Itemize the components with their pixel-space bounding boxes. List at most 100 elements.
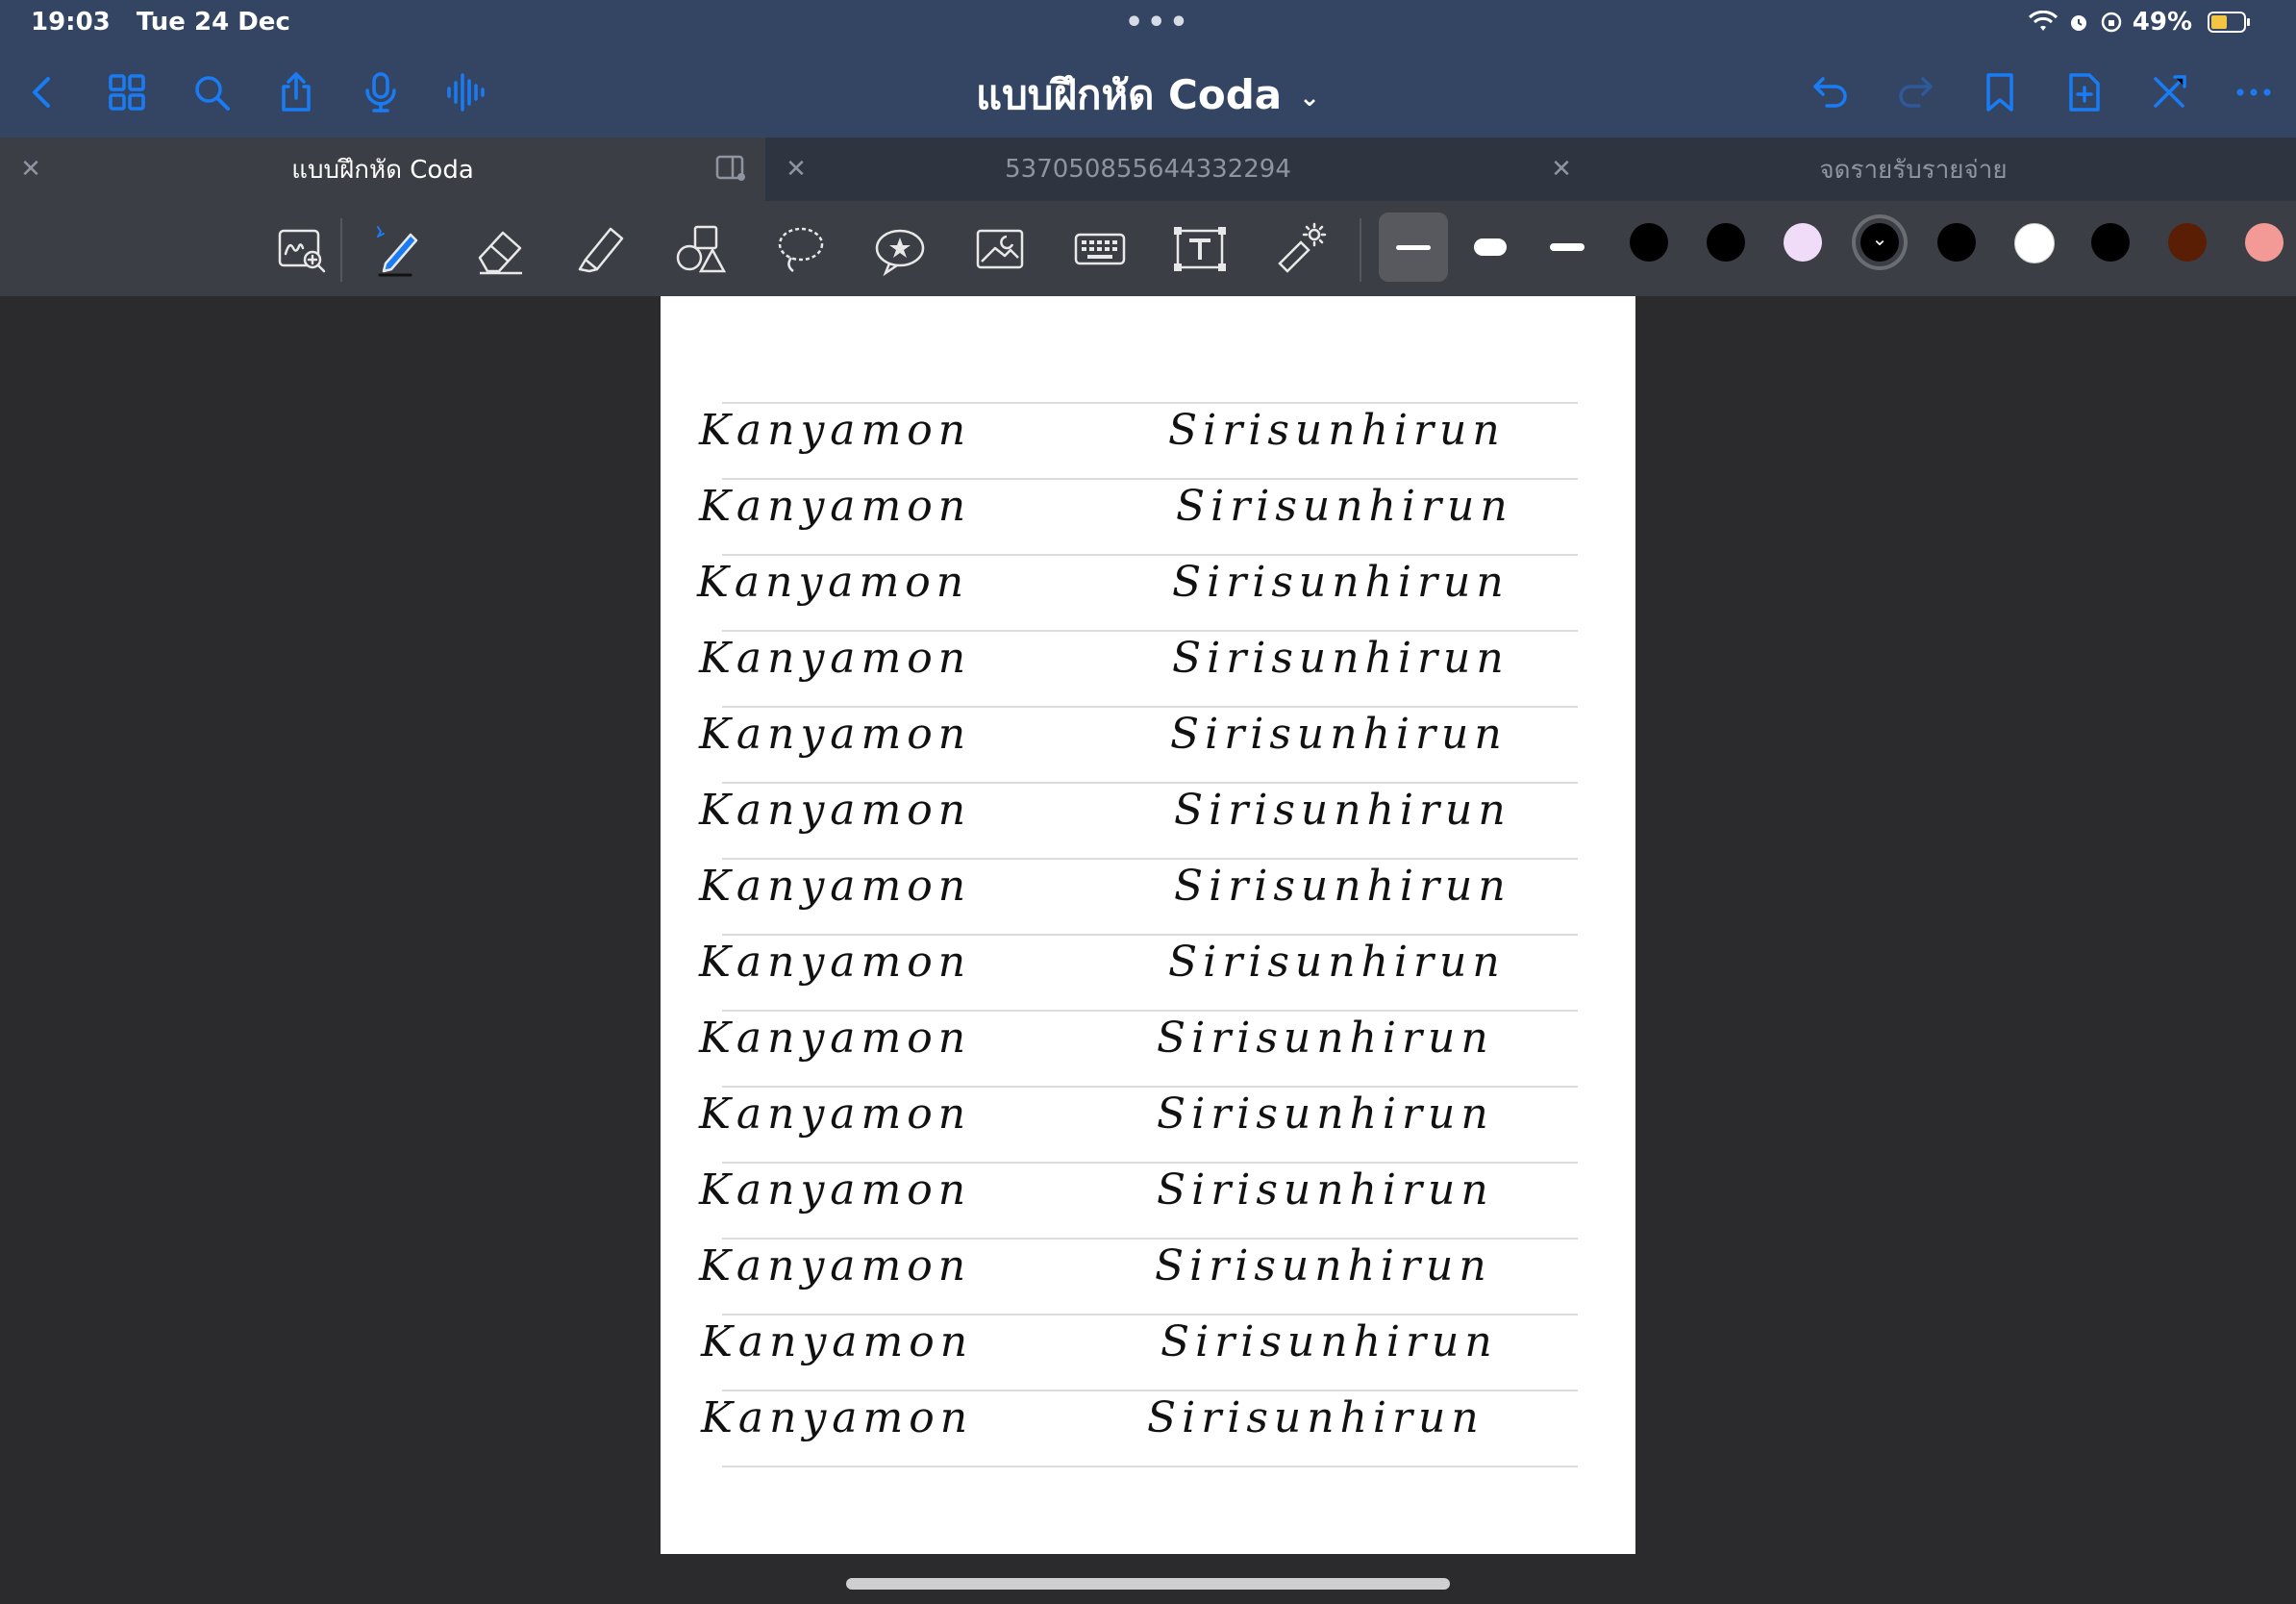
stroke-thin-option[interactable] [1379, 213, 1448, 282]
color-swatch-selected[interactable]: ⌄ [1860, 223, 1899, 262]
zoom-handwriting-icon[interactable] [271, 218, 333, 280]
tab-label: จดรายรับรายจ่าย [1819, 155, 2008, 185]
redo-icon[interactable] [1888, 65, 1942, 119]
image-icon[interactable] [969, 218, 1031, 280]
ruled-line [722, 782, 1578, 784]
battery-icon [2208, 12, 2250, 33]
stroke-thin-icon [1396, 244, 1431, 250]
handwritten-last-name: Sirisunhirun [1170, 710, 1508, 759]
handwritten-first-name: Kanyamon [699, 634, 972, 683]
handwritten-last-name: Sirisunhirun [1174, 786, 1511, 835]
stroke-thick-icon [1474, 238, 1507, 256]
pen-icon[interactable] [369, 218, 431, 280]
handwritten-first-name: Kanyamon [699, 786, 972, 835]
battery-percent: 49% [2132, 8, 2192, 37]
top-navigation-bar: 19:03 Tue 24 Dec ••• 49% แบบฝึกหัด Coda ⌄ [0, 0, 2296, 138]
status-indicators: 49% [2028, 8, 2250, 37]
stroke-medium-option[interactable] [1533, 213, 1602, 282]
split-view-icon[interactable] [715, 155, 746, 182]
handwritten-last-name: Sirisunhirun [1157, 1165, 1494, 1215]
handwritten-first-name: Kanyamon [701, 1393, 974, 1442]
ruled-line [722, 934, 1578, 936]
document-title[interactable]: แบบฝึกหัด Coda ⌄ [0, 63, 2296, 127]
color-swatch-3[interactable] [1784, 223, 1822, 262]
chevron-down-icon: ⌄ [1871, 227, 1888, 250]
toolbar-divider [1360, 218, 1361, 282]
close-icon[interactable]: ✕ [1548, 155, 1575, 184]
bookmark-icon[interactable] [1973, 65, 2027, 119]
handwritten-last-name: Sirisunhirun [1157, 1090, 1494, 1139]
more-icon[interactable] [2227, 65, 2281, 119]
ruled-line [722, 554, 1578, 556]
ruled-line [722, 1162, 1578, 1164]
keyboard-icon[interactable] [1069, 218, 1131, 280]
ruled-line [722, 1086, 1578, 1088]
tab-document-1[interactable]: ✕ แบบฝึกหัด Coda [0, 138, 765, 201]
tab-label: แบบฝึกหัด Coda [291, 155, 474, 185]
color-swatch-8[interactable] [2168, 223, 2207, 262]
color-swatch-2[interactable] [1707, 223, 1745, 262]
home-indicator[interactable] [846, 1578, 1450, 1590]
orientation-lock-icon [2101, 12, 2122, 33]
handwritten-last-name: Sirisunhirun [1155, 1241, 1492, 1291]
chevron-down-icon[interactable]: ⌄ [1299, 84, 1320, 113]
handwritten-first-name: Kanyamon [699, 1165, 972, 1215]
handwritten-last-name: Sirisunhirun [1172, 558, 1510, 607]
handwritten-last-name: Sirisunhirun [1168, 938, 1506, 987]
shapes-icon[interactable] [669, 218, 731, 280]
tab-label: 537050855644332294 [1005, 155, 1291, 184]
color-swatch-6[interactable] [2014, 223, 2055, 263]
close-icon[interactable]: ✕ [17, 155, 44, 184]
ruled-line [722, 706, 1578, 708]
wifi-icon [2028, 11, 2058, 31]
color-swatch-5[interactable] [1937, 223, 1976, 262]
notebook-page[interactable]: Kanyamon Sirisunhirun Kanyamon Sirisunhirun… [661, 296, 1635, 1554]
undo-icon[interactable] [1804, 65, 1858, 119]
ruled-line [722, 630, 1578, 632]
ruled-line [722, 1390, 1578, 1391]
color-swatch-9[interactable] [2245, 223, 2284, 262]
eraser-icon[interactable] [469, 218, 531, 280]
handwritten-last-name: Sirisunhirun [1174, 862, 1511, 911]
ruled-line [722, 1314, 1578, 1316]
ruled-line [722, 1010, 1578, 1012]
handwritten-last-name: Sirisunhirun [1157, 1014, 1494, 1063]
tab-document-3[interactable]: ✕ จดรายรับรายจ่าย [1531, 138, 2296, 201]
handwritten-first-name: Kanyamon [699, 1014, 972, 1063]
toolbar-divider [340, 218, 342, 282]
ruled-line [722, 1466, 1578, 1467]
stroke-thick-option[interactable] [1456, 213, 1525, 282]
handwritten-last-name: Sirisunhirun [1176, 482, 1513, 531]
color-swatch-7[interactable] [2091, 223, 2130, 262]
alarm-icon [2070, 15, 2086, 31]
ruled-line [722, 1238, 1578, 1240]
add-page-icon[interactable] [2058, 65, 2111, 119]
ruled-line [722, 478, 1578, 480]
handwritten-first-name: Kanyamon [699, 406, 972, 455]
close-icon[interactable]: ✕ [783, 155, 810, 184]
text-box-icon[interactable] [1169, 218, 1231, 280]
handwritten-first-name: Kanyamon [699, 710, 972, 759]
handwritten-first-name: Kanyamon [701, 1317, 974, 1366]
sticker-icon[interactable] [869, 218, 931, 280]
handwritten-first-name: Kanyamon [699, 862, 972, 911]
battery-level [2211, 15, 2227, 29]
highlighter-icon[interactable] [569, 218, 631, 280]
handwritten-last-name: Sirisunhirun [1160, 1317, 1498, 1366]
multitasking-dots-icon[interactable]: ••• [1125, 6, 1192, 39]
stroke-medium-icon [1550, 243, 1585, 251]
handwritten-first-name: Kanyamon [699, 938, 972, 987]
handwritten-last-name: Sirisunhirun [1172, 634, 1510, 683]
lasso-icon[interactable] [769, 218, 831, 280]
ruled-line [722, 402, 1578, 404]
color-swatch-1[interactable] [1630, 223, 1668, 262]
handwritten-first-name: Kanyamon [699, 1090, 972, 1139]
laser-pointer-icon[interactable] [1269, 218, 1331, 280]
close-x-icon[interactable] [2142, 65, 2196, 119]
handwritten-first-name: Kanyamon [699, 1241, 972, 1291]
tab-bar: ✕ แบบฝึกหัด Coda ✕ 537050855644332294 ✕ … [0, 138, 2296, 201]
status-time: 19:03 Tue 24 Dec [31, 8, 290, 37]
tab-document-2[interactable]: ✕ 537050855644332294 [765, 138, 1531, 201]
handwritten-last-name: Sirisunhirun [1168, 406, 1506, 455]
handwritten-first-name: Kanyamon [697, 558, 970, 607]
